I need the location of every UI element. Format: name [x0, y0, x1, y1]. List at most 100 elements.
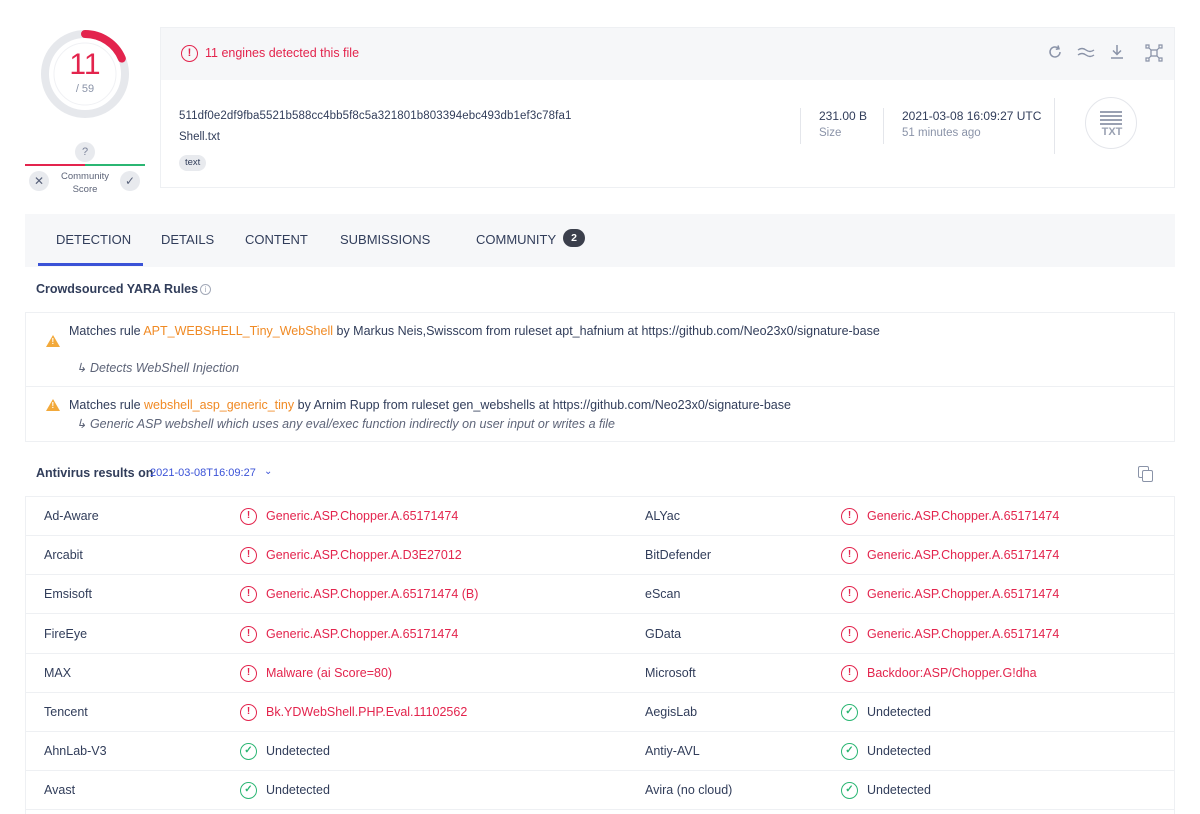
alert-circle-icon: ! [841, 547, 858, 565]
graph-view-icon[interactable] [1143, 43, 1165, 65]
yara-rules-panel: ! Matches rule APT_WEBSHELL_Tiny_WebShel… [25, 312, 1175, 442]
av-result: Undetected [867, 744, 931, 759]
av-engine-name: eScan [645, 587, 681, 602]
check-circle-icon: ✓ [841, 704, 858, 721]
alert-circle-icon: ! [240, 664, 257, 682]
av-result-row: MAX! Malware (ai Score=80) Microsoft! Backd… [26, 654, 1174, 693]
yara-rule-description: ↳ Generic ASP webshell which uses any ev… [76, 417, 615, 431]
similar-files-icon[interactable] [1075, 43, 1097, 65]
report-tabs: DETECTION DETAILS CONTENT SUBMISSIONS CO… [25, 214, 1175, 267]
alert-circle-icon: ! [841, 664, 858, 682]
av-result: Generic.ASP.Chopper.A.D3E27012 [266, 548, 462, 563]
active-tab-indicator [38, 263, 143, 266]
file-type-label: TXT [1101, 126, 1123, 138]
yara-rule-match: Matches rule APT_WEBSHELL_Tiny_WebShell … [69, 324, 880, 338]
warning-icon: ! [46, 399, 60, 411]
community-score-label: Community Score [60, 171, 110, 195]
check-circle-icon: ✓ [841, 782, 858, 800]
av-engine-name: AhnLab-V3 [44, 744, 107, 759]
av-engine-name: ALYac [645, 509, 680, 523]
av-result-row: Emsisoft! Generic.ASP.Chopper.A.65171474 … [26, 575, 1174, 615]
tab-content[interactable]: CONTENT [245, 232, 308, 247]
yara-rule-link[interactable]: APT_WEBSHELL_Tiny_WebShell [143, 324, 333, 338]
alert-circle-icon: ! [841, 586, 858, 604]
av-result: Generic.ASP.Chopper.A.65171474 [867, 587, 1060, 602]
yara-rule-match: Matches rule webshell_asp_generic_tiny b… [69, 398, 791, 412]
av-result-row: Ad-Aware! Generic.ASP.Chopper.A.65171474 A… [26, 497, 1174, 536]
av-result: Generic.ASP.Chopper.A.65171474 [266, 509, 459, 523]
av-engine-name: GData [645, 626, 682, 641]
community-score-bar [25, 164, 145, 166]
av-result: Malware (ai Score=80) [266, 665, 393, 680]
av-result: Generic.ASP.Chopper.A.65171474 [867, 626, 1060, 641]
alert-circle-icon: ! [240, 508, 257, 525]
alert-circle-icon: ! [240, 586, 257, 604]
chevron-down-icon[interactable]: ⌄ [264, 466, 272, 477]
av-result-row: AhnLab-V3 ✓ Undetected Antiy-AVL ✓ Undetected [26, 732, 1174, 772]
av-engine-name: AegisLab [645, 705, 698, 719]
community-score-value: ? [75, 142, 95, 162]
file-tag[interactable]: text [179, 155, 207, 171]
download-icon[interactable] [1106, 43, 1128, 65]
warning-icon: ! [46, 335, 60, 347]
av-engine-name: Emsisoft [44, 587, 92, 602]
av-result: Generic.ASP.Chopper.A.65171474 [266, 626, 459, 641]
tab-community[interactable]: COMMUNITY [476, 232, 556, 247]
alert-icon: ! [181, 45, 198, 62]
divider [800, 108, 801, 144]
av-result: Backdoor:ASP/Chopper.G!dha [867, 665, 1037, 680]
av-engine-name: MAX [44, 665, 72, 680]
engine-total: / 59 [75, 83, 95, 95]
alert-circle-icon: ! [240, 704, 257, 721]
av-engine-name: FireEye [44, 626, 88, 641]
alert-circle-icon: ! [841, 508, 858, 525]
tab-detection[interactable]: DETECTION [56, 232, 131, 247]
divider [1054, 98, 1055, 154]
reanalyze-icon[interactable] [1044, 43, 1066, 65]
av-results-title: Antivirus results on [36, 466, 154, 480]
divider [26, 386, 1174, 387]
av-engine-name: Avast [44, 783, 76, 798]
av-result: Undetected [266, 783, 330, 798]
file-summary-card: ! 11 engines detected this file 511df0e2… [160, 27, 1175, 188]
yara-rule-link[interactable]: webshell_asp_generic_tiny [144, 398, 294, 412]
check-circle-icon: ✓ [240, 743, 257, 761]
divider [883, 108, 884, 144]
av-engine-name: Microsoft [645, 665, 696, 680]
av-results-date-selector[interactable]: 2021-03-08T16:09:27 [150, 467, 256, 479]
av-engine-name: Ad-Aware [44, 509, 99, 523]
tab-details[interactable]: DETAILS [161, 232, 214, 247]
detection-count: 11 [69, 48, 101, 81]
check-circle-icon: ✓ [841, 743, 858, 761]
av-engine-name: Tencent [44, 705, 88, 719]
av-result-row: Avast ✓ Undetected Avira (no cloud) ✓ Undetec… [26, 771, 1174, 811]
file-type-icon: TXT [1085, 97, 1137, 149]
av-engine-name: Antiy-AVL [645, 744, 700, 759]
av-engine-name: Avira (no cloud) [645, 783, 733, 798]
file-size-label: Size [819, 127, 842, 139]
av-result: Undetected [867, 705, 931, 719]
av-result: Generic.ASP.Chopper.A.65171474 [867, 548, 1060, 563]
alert-circle-icon: ! [240, 625, 257, 643]
av-results-table: Ad-Aware! Generic.ASP.Chopper.A.65171474 A… [25, 496, 1175, 814]
tab-submissions[interactable]: SUBMISSIONS [340, 232, 430, 247]
av-engine-name: BitDefender [645, 548, 712, 563]
upvote-button[interactable]: ✓ [120, 171, 140, 191]
analysis-time-ago: 51 minutes ago [902, 127, 981, 139]
av-result: Bk.YDWebShell.PHP.Eval.11102562 [266, 705, 468, 719]
av-result-row: Tencent! Bk.YDWebShell.PHP.Eval.11102562 A… [26, 693, 1174, 732]
file-name: Shell.txt [179, 131, 220, 143]
analysis-date: 2021-03-08 16:09:27 UTC [902, 109, 1042, 123]
detection-alert-text: 11 engines detected this file [205, 46, 360, 60]
file-size-value: 231.00 B [819, 109, 868, 123]
yara-rule-description: ↳ Detects WebShell Injection [76, 361, 240, 375]
downvote-button[interactable]: ✕ [29, 171, 49, 191]
copy-icon[interactable] [1138, 466, 1154, 483]
check-circle-icon: ✓ [240, 782, 257, 800]
av-engine-name: Arcabit [44, 548, 83, 563]
detection-score-gauge: 11 / 59 [37, 26, 133, 122]
yara-section-title: Crowdsourced YARA Rules [36, 282, 199, 296]
detection-alert-bar: ! 11 engines detected this file [161, 28, 1174, 80]
info-icon[interactable]: i [200, 284, 211, 295]
file-hash[interactable]: 511df0e2df9fba5521b588cc4bb5f8c5a321801b… [179, 110, 571, 122]
